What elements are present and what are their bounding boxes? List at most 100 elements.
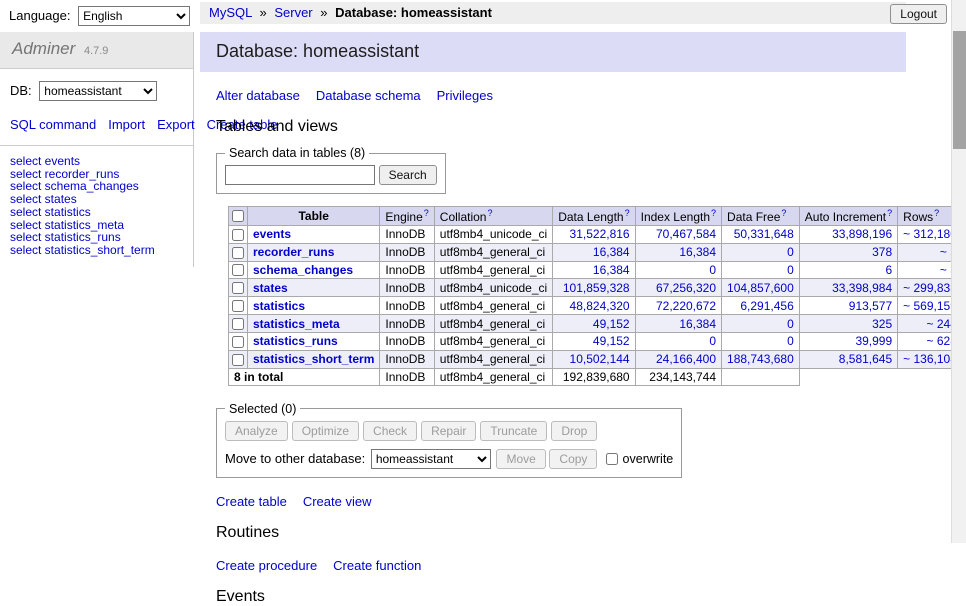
auto-increment-link[interactable]: 39,999 — [855, 334, 892, 348]
data-length-link[interactable]: 48,824,320 — [570, 299, 630, 313]
scrollbar-thumb[interactable] — [953, 31, 966, 149]
data-free-link[interactable]: 188,743,680 — [727, 352, 794, 366]
help-link[interactable]: ? — [424, 208, 429, 218]
routine-links: Create procedure Create function — [216, 558, 906, 573]
data-length-link[interactable]: 49,152 — [593, 334, 630, 348]
index-length-link[interactable]: 16,384 — [679, 317, 716, 331]
data-free-link[interactable]: 50,331,648 — [734, 227, 794, 241]
data-free-link[interactable]: 0 — [787, 245, 794, 259]
rows-link[interactable]: ~ 136,108 — [903, 352, 957, 366]
column-header-label: Data Free — [727, 210, 780, 224]
data-free-link[interactable]: 104,857,600 — [727, 281, 794, 295]
total-engine: InnoDB — [380, 368, 434, 385]
table-link[interactable]: recorder_runs — [253, 245, 334, 259]
optimize-button[interactable]: Optimize — [292, 421, 359, 441]
move-button[interactable]: Move — [496, 449, 545, 469]
adminer-version[interactable]: 4.7.9 — [84, 45, 108, 57]
table-link[interactable]: events — [253, 227, 291, 241]
data-length-link[interactable]: 10,502,144 — [570, 352, 630, 366]
repair-button[interactable]: Repair — [421, 421, 476, 441]
auto-increment-link[interactable]: 913,577 — [849, 299, 892, 313]
table-link[interactable]: schema_changes — [253, 263, 353, 277]
row-checkbox[interactable] — [232, 336, 244, 348]
auto-increment-link[interactable]: 378 — [872, 245, 892, 259]
data-length-link[interactable]: 101,859,328 — [563, 281, 630, 295]
row-checkbox[interactable] — [232, 247, 244, 259]
truncate-button[interactable]: Truncate — [480, 421, 547, 441]
move-db-select[interactable]: homeassistant — [371, 449, 491, 469]
index-length-link[interactable]: 16,384 — [679, 245, 716, 259]
row-checkbox[interactable] — [232, 318, 244, 330]
row-checkbox[interactable] — [232, 264, 244, 276]
db-link-alter-database[interactable]: Alter database — [216, 88, 300, 103]
help-link[interactable]: ? — [711, 208, 716, 218]
data-length-link[interactable]: 16,384 — [593, 263, 630, 277]
logout-button[interactable]: Logout — [890, 4, 947, 24]
link-create-function[interactable]: Create function — [333, 558, 421, 573]
index-length-link[interactable]: 0 — [709, 263, 716, 277]
data-free-link[interactable]: 0 — [787, 334, 794, 348]
auto-increment-link[interactable]: 33,898,196 — [832, 227, 892, 241]
auto-increment-link-cell: 6 — [799, 261, 897, 279]
rows-link[interactable]: ~ 299,833 — [903, 281, 957, 295]
index-length-link[interactable]: 72,220,672 — [656, 299, 716, 313]
table-link[interactable]: statistics_short_term — [253, 352, 374, 366]
rows-link[interactable]: ~ 312,180 — [903, 227, 957, 241]
row-checkbox[interactable] — [232, 354, 244, 366]
link-create-table[interactable]: Create table — [216, 494, 287, 509]
analyze-button[interactable]: Analyze — [225, 421, 288, 441]
engine-cell: InnoDB — [380, 297, 434, 315]
help-link[interactable]: ? — [887, 208, 892, 218]
breadcrumb-server-link[interactable]: Server — [274, 5, 312, 20]
sidebar-table-link-select-states[interactable]: select states — [10, 193, 183, 206]
db-select[interactable]: homeassistant — [39, 81, 157, 101]
auto-increment-link[interactable]: 33,398,984 — [832, 281, 892, 295]
table-link[interactable]: statistics — [253, 299, 305, 313]
db-link-database-schema[interactable]: Database schema — [316, 88, 421, 103]
row-checkbox[interactable] — [232, 229, 244, 241]
sidebar-table-link-select-statistics-short-term[interactable]: select statistics_short_term — [10, 244, 183, 257]
check-button[interactable]: Check — [363, 421, 417, 441]
rows-link[interactable]: ~ 569,159 — [903, 299, 957, 313]
adminer-logo-link[interactable]: Adminer — [12, 39, 75, 58]
auto-increment-link[interactable]: 8,581,645 — [839, 352, 892, 366]
db-link-privileges[interactable]: Privileges — [437, 88, 493, 103]
link-create-procedure[interactable]: Create procedure — [216, 558, 317, 573]
row-checkbox[interactable] — [232, 300, 244, 312]
sidebar-link-export[interactable]: Export — [157, 117, 195, 132]
help-link[interactable]: ? — [934, 208, 939, 218]
sidebar-link-sql-command[interactable]: SQL command — [10, 117, 96, 132]
data-free-link[interactable]: 0 — [787, 317, 794, 331]
auto-increment-link[interactable]: 6 — [885, 263, 892, 277]
data-length-link[interactable]: 31,522,816 — [570, 227, 630, 241]
table-link[interactable]: states — [253, 281, 288, 295]
help-link[interactable]: ? — [487, 208, 492, 218]
index-length-link[interactable]: 70,467,584 — [656, 227, 716, 241]
drop-button[interactable]: Drop — [551, 421, 597, 441]
select-all-checkbox[interactable] — [232, 210, 244, 222]
help-link[interactable]: ? — [781, 208, 786, 218]
data-length-link[interactable]: 49,152 — [593, 317, 630, 331]
sidebar-table-link-select-statistics[interactable]: select statistics — [10, 206, 183, 219]
language-select[interactable]: English — [78, 6, 190, 26]
link-create-view[interactable]: Create view — [303, 494, 372, 509]
sidebar-link-import[interactable]: Import — [108, 117, 145, 132]
search-button[interactable]: Search — [379, 165, 437, 185]
breadcrumb-mysql-link[interactable]: MySQL — [209, 5, 252, 20]
row-checkbox[interactable] — [232, 282, 244, 294]
index-length-link[interactable]: 67,256,320 — [656, 281, 716, 295]
help-link[interactable]: ? — [625, 208, 630, 218]
search-input[interactable] — [225, 165, 375, 185]
copy-button[interactable]: Copy — [549, 449, 597, 469]
data-free-link[interactable]: 0 — [787, 263, 794, 277]
table-link[interactable]: statistics_runs — [253, 334, 338, 348]
table-link[interactable]: statistics_meta — [253, 317, 340, 331]
data-free-link[interactable]: 6,291,456 — [740, 299, 793, 313]
auto-increment-link[interactable]: 325 — [872, 317, 892, 331]
overwrite-checkbox[interactable] — [606, 453, 618, 465]
sidebar-table-link-select-events[interactable]: select events — [10, 155, 183, 168]
index-length-link[interactable]: 0 — [709, 334, 716, 348]
index-length-link[interactable]: 24,166,400 — [656, 352, 716, 366]
scrollbar[interactable] — [951, 0, 966, 543]
data-length-link[interactable]: 16,384 — [593, 245, 630, 259]
